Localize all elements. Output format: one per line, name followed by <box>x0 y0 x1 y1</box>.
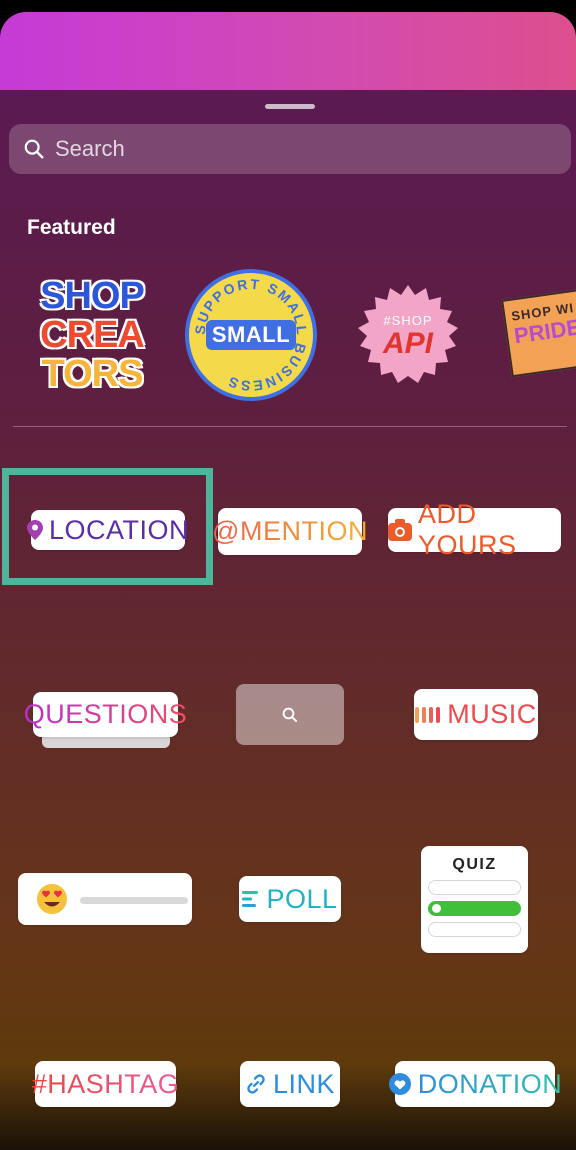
quiz-title: QUIZ <box>452 856 497 873</box>
sticker-shop-creators[interactable]: SHOP CREA TORS <box>25 268 159 402</box>
quiz-option-1 <box>428 880 521 895</box>
shop-creators-line-2: CREA <box>39 313 145 356</box>
poll-lines-icon <box>242 890 260 908</box>
add-yours-label: ADD YOURS <box>418 499 517 560</box>
gif-search-sticker[interactable] <box>236 684 344 745</box>
questions-sticker-shadow <box>42 736 170 748</box>
sticker-shop-pride[interactable]: SHOP WI PRIDE <box>501 284 576 378</box>
mention-sticker[interactable]: @MENTION <box>212 508 367 555</box>
poll-sticker[interactable]: POLL <box>239 876 341 922</box>
support-small-business-ring-text: SUPPORT SMALL BUSINESS <box>192 276 308 394</box>
mention-label: @MENTION <box>212 516 368 546</box>
location-pin-icon <box>27 520 43 540</box>
link-label: LINK <box>272 1068 336 1099</box>
featured-heading: Featured <box>27 216 116 239</box>
check-icon <box>432 904 441 913</box>
shop-creators-line-1: SHOP <box>39 274 145 317</box>
shop-creators-line-3: TORS <box>41 352 144 395</box>
poll-label: POLL <box>266 883 338 914</box>
add-yours-sticker[interactable]: ADD YOURS <box>388 499 561 560</box>
support-small-business-ring: SUPPORT SMALL BUSINESS <box>192 276 310 394</box>
questions-label: QUESTIONS <box>23 699 188 729</box>
sticker-shop-api[interactable]: #SHOP API <box>356 283 460 387</box>
location-sticker[interactable]: LOCATION <box>27 510 189 550</box>
shop-api-main: API <box>382 327 433 360</box>
heart-circle-icon <box>388 1072 412 1096</box>
hashtag-sticker[interactable]: #HASHTAG <box>32 1061 179 1107</box>
sticker-tray <box>0 90 576 1150</box>
drag-handle[interactable] <box>265 104 315 109</box>
donation-sticker[interactable]: DONATION <box>388 1061 562 1107</box>
shop-api-tag: #SHOP <box>383 313 433 328</box>
music-bars-icon <box>415 705 441 725</box>
location-label: LOCATION <box>49 514 190 545</box>
questions-sticker[interactable]: QUESTIONS <box>24 692 187 737</box>
quiz-sticker[interactable]: QUIZ <box>421 846 528 953</box>
hashtag-label: #HASHTAG <box>31 1068 180 1099</box>
search-placeholder: Search <box>55 136 125 161</box>
gif-search-icon <box>282 707 298 722</box>
emoji-slider-sticker[interactable] <box>18 873 192 925</box>
link-chain-icon <box>245 1073 267 1095</box>
music-label: MUSIC <box>447 699 537 729</box>
quiz-option-3 <box>428 922 521 937</box>
camera-icon <box>388 519 412 541</box>
sticker-support-small-business[interactable]: SUPPORT SMALL BUSINESS SMALL <box>185 269 317 401</box>
donation-label: DONATION <box>417 1068 563 1099</box>
slider-track <box>80 897 188 904</box>
quiz-option-2-correct <box>428 901 521 916</box>
svg-text:SUPPORT SMALL BUSINESS: SUPPORT SMALL BUSINESS <box>192 276 310 394</box>
section-divider <box>13 426 567 427</box>
search-input[interactable]: Search <box>9 124 571 174</box>
heart-eyes-emoji-icon <box>37 884 67 914</box>
search-icon <box>24 139 44 159</box>
music-sticker[interactable]: MUSIC <box>414 689 538 740</box>
link-sticker[interactable]: LINK <box>240 1061 340 1107</box>
